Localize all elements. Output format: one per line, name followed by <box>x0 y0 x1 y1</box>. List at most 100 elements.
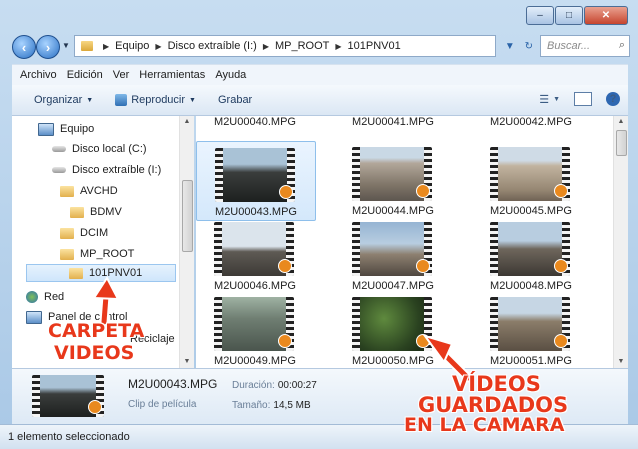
file-item-label[interactable]: M2U00040.MPG <box>196 116 314 128</box>
folder-icon <box>60 227 74 239</box>
close-button[interactable]: ✕ <box>584 6 628 25</box>
file-item[interactable]: M2U00044.MPG <box>334 141 452 219</box>
breadcrumb-mp-root[interactable]: MP_ROOT <box>275 40 329 52</box>
menu-ver[interactable]: Ver <box>113 69 130 81</box>
file-item-label[interactable]: M2U00041.MPG <box>334 116 452 128</box>
address-actions: ▼ ↻ <box>500 36 538 56</box>
breadcrumb: ▶ Equipo ▶ Disco extraíble (I:) ▶ MP_ROO… <box>97 40 401 52</box>
selected-file-name: M2U00043.MPG <box>128 377 218 391</box>
file-item[interactable]: M2U00049.MPG <box>196 291 314 368</box>
preview-pane-icon[interactable] <box>574 92 592 106</box>
size-row: Tamaño: 14,5 MB <box>232 399 311 411</box>
duration-label: Duración: <box>232 380 275 391</box>
views-icon[interactable]: ☰ <box>539 93 549 106</box>
scroll-down-icon[interactable]: ▼ <box>180 356 194 368</box>
address-row: ‹ › ▼ ▶ Equipo ▶ Disco extraíble (I:) ▶ … <box>12 32 630 60</box>
chevron-right-icon[interactable]: ▶ <box>263 42 269 51</box>
selected-thumbnail <box>32 375 104 417</box>
play-badge-icon <box>554 334 568 348</box>
organize-label: Organizar <box>34 94 83 106</box>
search-input[interactable]: Buscar... ⌕ <box>540 35 630 57</box>
video-thumbnail <box>490 222 570 276</box>
nav-item-avchd[interactable]: AVCHD <box>60 182 118 200</box>
nav-item-101pnv01[interactable]: 101PNV01 <box>26 264 176 282</box>
search-icon[interactable]: ⌕ <box>619 39 625 52</box>
disk-icon <box>52 167 66 173</box>
menu-ayuda[interactable]: Ayuda <box>215 69 246 81</box>
maximize-button[interactable]: □ <box>555 6 583 25</box>
content-scrollbar[interactable]: ▲ ▼ <box>613 116 628 368</box>
annotation-folder-line2: VIDEOS <box>54 342 135 364</box>
refresh-icon[interactable]: ↻ <box>525 41 533 52</box>
folder-icon <box>69 267 83 279</box>
nav-item-label: MP_ROOT <box>80 248 135 260</box>
nav-item-red[interactable]: Red <box>26 288 64 306</box>
file-item[interactable]: M2U00045.MPG <box>472 141 590 219</box>
breadcrumb-disk[interactable]: Disco extraíble (I:) <box>168 40 257 52</box>
menu-herramientas[interactable]: Herramientas <box>139 69 205 81</box>
explorer-window: – □ ✕ ‹ › ▼ ▶ Equipo ▶ Disco extraíble (… <box>0 0 638 449</box>
file-item[interactable]: M2U00046.MPG <box>196 216 314 294</box>
nav-item-dcim[interactable]: DCIM <box>60 224 108 242</box>
duration-row: Duración: 00:00:27 <box>232 379 317 391</box>
scroll-down-icon[interactable]: ▼ <box>614 356 628 368</box>
video-thumbnail <box>214 222 294 276</box>
search-placeholder: Buscar... <box>547 40 590 52</box>
command-bar: Organizar ▼ Reproducir ▼ Grabar ☰ ▼ ? <box>12 85 628 116</box>
views-dropdown-icon[interactable]: ▼ <box>553 96 560 103</box>
network-icon <box>26 291 38 303</box>
forward-button[interactable]: › <box>36 35 60 59</box>
chevron-down-icon: ▼ <box>189 96 196 104</box>
video-thumbnail <box>214 297 294 351</box>
annotation-videos-line1: VÍDEOS <box>452 372 541 396</box>
play-badge-icon <box>554 184 568 198</box>
nav-scrollbar[interactable]: ▲ ▼ <box>179 116 194 368</box>
help-icon[interactable]: ? <box>606 92 620 106</box>
window-controls: – □ ✕ <box>525 6 628 25</box>
address-dropdown-icon[interactable]: ▼ <box>505 41 515 52</box>
size-label: Tamaño: <box>232 400 271 411</box>
minimize-button[interactable]: – <box>526 6 554 25</box>
address-bar[interactable]: ▶ Equipo ▶ Disco extraíble (I:) ▶ MP_ROO… <box>74 35 496 57</box>
nav-item-disco-local[interactable]: Disco local (C:) <box>52 140 147 158</box>
nav-item-label: BDMV <box>90 206 122 218</box>
file-name: M2U00050.MPG <box>352 355 434 367</box>
breadcrumb-equipo[interactable]: Equipo <box>115 40 149 52</box>
folder-icon <box>81 41 93 51</box>
nav-item-bdmv[interactable]: BDMV <box>70 203 122 221</box>
play-badge-icon <box>416 259 430 273</box>
duration-value: 00:00:27 <box>277 380 317 391</box>
file-item[interactable]: M2U00050.MPG <box>334 291 452 368</box>
back-button[interactable]: ‹ <box>12 35 36 59</box>
file-item-label[interactable]: M2U00042.MPG <box>472 116 590 128</box>
nav-item-equipo[interactable]: Equipo <box>38 120 94 138</box>
play-badge-icon <box>278 334 292 348</box>
scroll-thumb[interactable] <box>182 180 193 252</box>
video-thumbnail <box>352 222 432 276</box>
chevron-right-icon[interactable]: ▶ <box>155 42 161 51</box>
menu-edicion[interactable]: Edición <box>67 69 103 81</box>
breadcrumb-101pnv01[interactable]: 101PNV01 <box>348 40 401 52</box>
play-button[interactable]: Reproducir ▼ <box>115 94 196 106</box>
burn-button[interactable]: Grabar <box>218 94 252 106</box>
play-badge-icon <box>278 259 292 273</box>
file-item[interactable]: M2U00051.MPG <box>472 291 590 368</box>
status-text: 1 elemento seleccionado <box>8 431 130 443</box>
chevron-down-icon: ▼ <box>86 96 94 104</box>
folder-icon <box>70 206 84 218</box>
recent-pages-dropdown-icon[interactable]: ▼ <box>62 41 70 50</box>
scroll-up-icon[interactable]: ▲ <box>180 116 194 128</box>
scroll-up-icon[interactable]: ▲ <box>614 116 628 128</box>
nav-item-mp-root[interactable]: MP_ROOT <box>60 245 134 263</box>
organize-button[interactable]: Organizar ▼ <box>34 94 93 106</box>
file-item[interactable]: M2U00043.MPG <box>196 141 316 221</box>
file-name: M2U00051.MPG <box>490 355 572 367</box>
scroll-thumb[interactable] <box>616 130 627 156</box>
file-item[interactable]: M2U00048.MPG <box>472 216 590 294</box>
file-item[interactable]: M2U00047.MPG <box>334 216 452 294</box>
chevron-right-icon[interactable]: ▶ <box>103 42 109 51</box>
menu-archivo[interactable]: Archivo <box>20 69 57 81</box>
nav-item-disco-extraible[interactable]: Disco extraíble (I:) <box>52 161 161 179</box>
chevron-right-icon[interactable]: ▶ <box>335 42 341 51</box>
control-panel-icon <box>26 310 42 324</box>
